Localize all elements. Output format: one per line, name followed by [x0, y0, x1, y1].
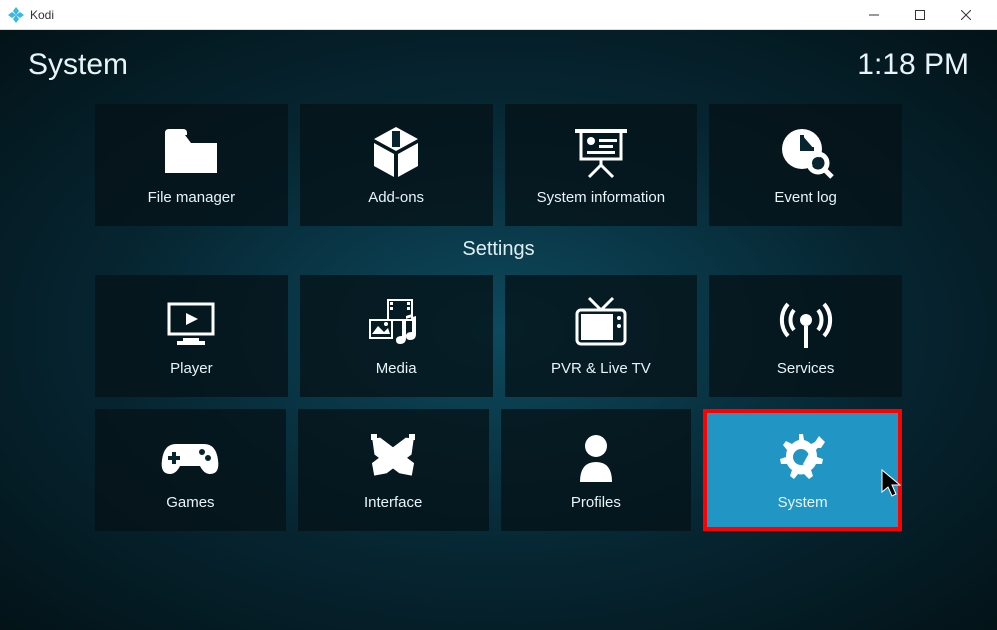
tile-profiles[interactable]: Profiles [501, 409, 692, 531]
tile-event-log[interactable]: Event log [709, 104, 902, 226]
tile-label: Player [170, 360, 213, 377]
tile-addons[interactable]: Add-ons [300, 104, 493, 226]
tile-label: Event log [774, 189, 837, 206]
media-icon [364, 296, 428, 350]
tv-icon [569, 296, 633, 350]
minimize-button[interactable] [851, 0, 897, 30]
gear-wrench-icon [771, 430, 835, 484]
kodi-app-icon [8, 7, 24, 23]
tile-row-settings-2: Games Interface Profiles System [95, 409, 902, 531]
tile-system[interactable]: System [703, 409, 902, 531]
maximize-button[interactable] [897, 0, 943, 30]
tile-label: Media [376, 360, 417, 377]
tile-player[interactable]: Player [95, 275, 288, 397]
close-button[interactable] [943, 0, 989, 30]
tile-label: PVR & Live TV [551, 360, 651, 377]
tile-pvr-livetv[interactable]: PVR & Live TV [505, 275, 698, 397]
tile-label: File manager [148, 189, 236, 206]
box-icon [364, 125, 428, 179]
presentation-icon [569, 125, 633, 179]
page-title: System [28, 48, 128, 82]
broadcast-icon [774, 296, 838, 350]
gamepad-icon [158, 430, 222, 484]
tile-file-manager[interactable]: File manager [95, 104, 288, 226]
profile-icon [564, 430, 628, 484]
cursor-icon [880, 468, 908, 500]
tile-interface[interactable]: Interface [298, 409, 489, 531]
tile-label: Games [166, 494, 214, 511]
window-controls [851, 0, 989, 30]
kodi-app: System 1:18 PM File manager Add-ons [0, 30, 997, 630]
tile-row-top: File manager Add-ons System information … [95, 104, 902, 226]
tile-row-settings-1: Player Media PVR & Live TV Services [95, 275, 902, 397]
header: System 1:18 PM [0, 30, 997, 94]
window-title: Kodi [30, 8, 851, 22]
tile-label: Profiles [571, 494, 621, 511]
clock: 1:18 PM [857, 48, 969, 82]
tile-games[interactable]: Games [95, 409, 286, 531]
tile-system-information[interactable]: System information [505, 104, 698, 226]
tile-services[interactable]: Services [709, 275, 902, 397]
tile-label: System information [537, 189, 665, 206]
settings-heading: Settings [95, 238, 902, 261]
clock-search-icon [774, 125, 838, 179]
folder-icon [159, 125, 223, 179]
tile-grid: File manager Add-ons System information … [0, 94, 997, 531]
window-titlebar: Kodi [0, 0, 997, 30]
interface-icon [361, 430, 425, 484]
tile-label: System [778, 494, 828, 511]
player-icon [159, 296, 223, 350]
tile-label: Services [777, 360, 835, 377]
tile-label: Interface [364, 494, 422, 511]
tile-media[interactable]: Media [300, 275, 493, 397]
tile-label: Add-ons [368, 189, 424, 206]
